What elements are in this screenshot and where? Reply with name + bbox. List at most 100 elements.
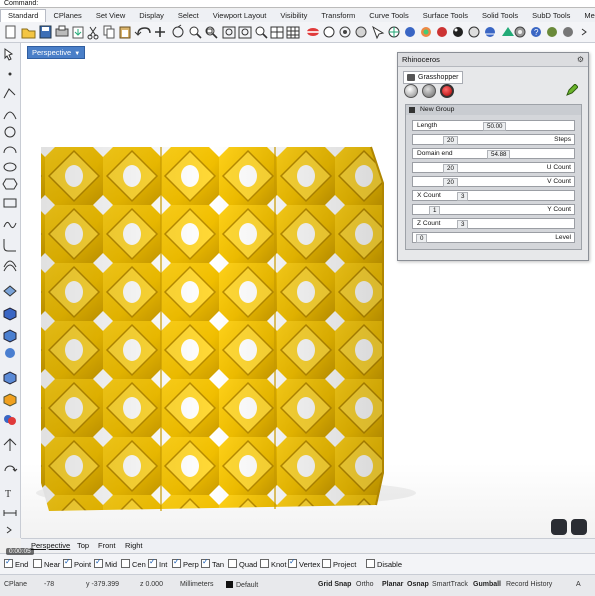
tab-perspective[interactable]: Perspective <box>31 541 70 550</box>
boolean-icon[interactable] <box>4 415 16 425</box>
render-sphere-icon[interactable] <box>453 27 463 37</box>
material-sphere-icon[interactable] <box>437 27 447 37</box>
dimension-icon[interactable] <box>3 510 17 516</box>
zoom-tool-icon[interactable] <box>255 26 268 39</box>
point-icon[interactable] <box>8 72 12 76</box>
subd-icon[interactable] <box>3 393 17 407</box>
checkbox-quad[interactable] <box>228 559 237 568</box>
color-wheel-icon[interactable] <box>421 27 431 37</box>
tab-set-view[interactable]: Set View <box>89 11 132 20</box>
osnap-tan[interactable]: Tan <box>201 557 224 569</box>
copy-icon[interactable] <box>103 25 115 39</box>
y-count-slider[interactable]: 1 Y Count <box>412 204 575 215</box>
checkbox-project[interactable] <box>322 559 331 568</box>
save-icon[interactable] <box>39 25 52 39</box>
gear-icon[interactable] <box>514 26 526 38</box>
zoom-icon[interactable] <box>189 26 202 39</box>
tab-subd-tools[interactable]: SubD Tools <box>525 11 577 20</box>
four-view-icon[interactable] <box>270 26 284 39</box>
display-mode-icon[interactable] <box>307 28 319 36</box>
grid-icon[interactable] <box>286 26 300 39</box>
video-pause-button[interactable] <box>551 519 567 535</box>
checkbox-int[interactable] <box>148 557 157 568</box>
layer-icon[interactable] <box>339 26 351 38</box>
status-gumball[interactable]: Gumball <box>473 581 501 588</box>
checkbox-cen[interactable] <box>121 559 130 568</box>
rotate-icon[interactable] <box>4 465 18 472</box>
osnap-int[interactable]: Int <box>148 557 167 569</box>
status-smarttrack[interactable]: SmartTrack <box>432 581 468 588</box>
ellipse-icon[interactable] <box>3 162 17 172</box>
wireframe-icon[interactable] <box>422 84 436 98</box>
osnap-cen[interactable]: Cen <box>121 559 146 569</box>
tab-solid-tools[interactable]: Solid Tools <box>475 11 525 20</box>
lights-icon[interactable] <box>355 26 367 38</box>
osnap-near[interactable]: Near <box>33 559 60 569</box>
help-icon[interactable]: ? <box>531 27 541 37</box>
more-tools-icon[interactable] <box>581 28 587 36</box>
checkbox-disable[interactable] <box>366 559 375 568</box>
grasshopper-tab[interactable]: Grasshopper <box>403 71 464 84</box>
select-arrow-icon[interactable] <box>4 48 14 61</box>
offset-icon[interactable] <box>3 260 17 272</box>
tab-right[interactable]: Right <box>125 541 143 550</box>
status-planar[interactable]: Planar <box>382 581 403 588</box>
tab-standard[interactable]: Standard <box>0 9 47 22</box>
checkbox-point[interactable] <box>63 557 72 568</box>
video-fullscreen-button[interactable] <box>571 519 587 535</box>
checkbox-knot[interactable] <box>260 559 269 568</box>
status-record-history[interactable]: Record History <box>506 581 552 588</box>
osnap-mid[interactable]: Mid <box>94 557 117 569</box>
pan-icon[interactable] <box>155 27 165 37</box>
print-icon[interactable] <box>55 25 69 37</box>
osnap-point[interactable]: Point <box>63 557 91 569</box>
curve-icon[interactable] <box>3 111 17 120</box>
tab-top[interactable]: Top <box>77 541 89 550</box>
osnap-vertex[interactable]: Vertex <box>288 557 320 569</box>
tab-select[interactable]: Select <box>171 11 206 20</box>
osnap-project[interactable]: Project <box>322 559 356 569</box>
extrude-icon[interactable] <box>3 329 17 343</box>
x-count-slider[interactable]: X Count 3 <box>412 190 575 201</box>
bake-icon[interactable] <box>440 84 454 98</box>
group-header[interactable]: New Group <box>406 105 581 115</box>
level-slider[interactable]: 0 Level <box>412 232 575 243</box>
rectangle-icon[interactable] <box>3 198 17 208</box>
tab-surface-tools[interactable]: Surface Tools <box>416 11 475 20</box>
osnap-disable[interactable]: Disable <box>366 559 402 569</box>
checkbox-near[interactable] <box>33 559 42 568</box>
u-count-slider[interactable]: 20 U Count <box>412 162 575 173</box>
undo-icon[interactable] <box>134 27 151 36</box>
length-slider[interactable]: Length 50.00 <box>412 120 575 131</box>
render-icon[interactable] <box>502 27 514 36</box>
v-count-slider[interactable]: 20 V Count <box>412 176 575 187</box>
open-file-icon[interactable] <box>21 28 36 39</box>
status-units[interactable]: Millimeters <box>180 581 213 588</box>
sphere-icon[interactable] <box>563 27 573 37</box>
grasshopper-canvas[interactable]: New Group Length 50.00 20 Steps Domain e… <box>405 104 582 250</box>
preview-icon[interactable] <box>404 84 418 98</box>
mesh-icon[interactable] <box>3 371 17 385</box>
arc-icon[interactable] <box>3 146 17 154</box>
pencil-icon[interactable] <box>566 84 578 96</box>
box-icon[interactable] <box>3 307 17 321</box>
status-ortho[interactable]: Ortho <box>356 581 374 588</box>
checkbox-perp[interactable] <box>172 557 181 568</box>
gumball-icon[interactable] <box>388 26 400 38</box>
grasshopper-icon[interactable] <box>547 27 557 37</box>
environment-icon[interactable] <box>468 26 480 38</box>
checkbox-tan[interactable] <box>201 557 210 568</box>
tab-display[interactable]: Display <box>132 11 171 20</box>
options-icon[interactable]: ⚙ <box>577 53 584 66</box>
properties-icon[interactable] <box>323 26 335 38</box>
osnap-quad[interactable]: Quad <box>228 559 257 569</box>
tab-viewport-layout[interactable]: Viewport Layout <box>206 11 274 20</box>
status-osnap[interactable]: Osnap <box>407 581 429 588</box>
surface-icon[interactable] <box>3 285 17 297</box>
rotate-view-icon[interactable] <box>172 24 184 38</box>
text-icon[interactable]: T <box>5 489 11 500</box>
zoom-selected-icon[interactable] <box>238 26 252 39</box>
paste-icon[interactable] <box>119 26 131 39</box>
circle-icon[interactable] <box>4 126 16 138</box>
new-file-icon[interactable] <box>5 25 16 39</box>
